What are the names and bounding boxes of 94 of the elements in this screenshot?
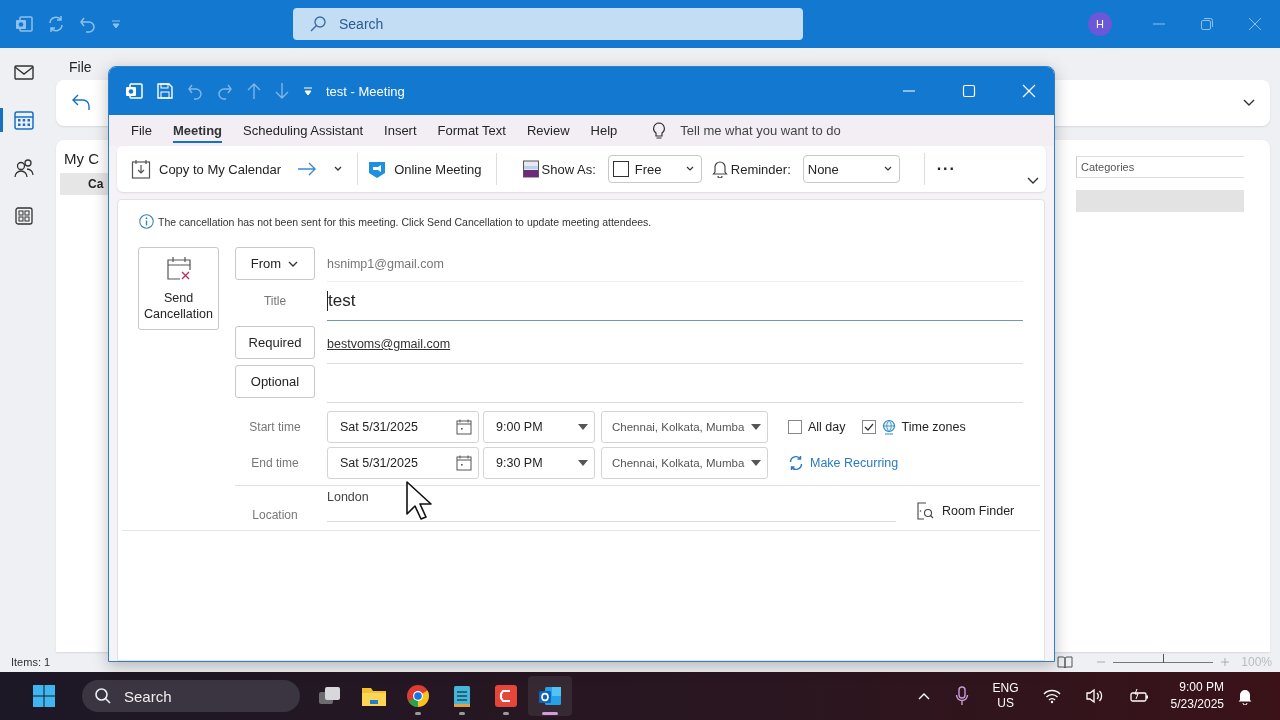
make-recurring-link[interactable]: Make Recurring	[788, 455, 899, 471]
tab[interactable]: Scheduling Assistant	[243, 118, 364, 143]
end-time-label: End time	[250, 456, 300, 470]
show-as-dropdown[interactable]: Free	[607, 155, 702, 183]
clock[interactable]: 9:00 PM 5/23/2025	[1170, 679, 1224, 713]
item-count: Items: 1	[11, 656, 51, 668]
menu-item[interactable]: File	[69, 59, 92, 78]
caret-icon	[751, 460, 761, 466]
online-meeting-button[interactable]: Online Meeting	[368, 159, 482, 179]
search-icon	[309, 15, 327, 33]
battery-icon[interactable]	[1128, 688, 1149, 704]
more-button[interactable]: ···	[936, 160, 956, 178]
caret-icon	[578, 424, 588, 430]
info-message: The cancellation has not been sent for this meeting. Click Send Cancellation to update meeting attendees.	[158, 215, 652, 228]
zoom-level: 100%	[1241, 655, 1272, 669]
reminder-dropdown[interactable]: None	[802, 155, 900, 183]
show-as-label: Show As:	[541, 161, 596, 177]
required-button[interactable]: Required	[235, 326, 315, 359]
chevron-down-icon	[287, 259, 300, 268]
send-cancellation-button[interactable]: Send Cancellation	[138, 247, 219, 330]
calendar-icon[interactable]	[456, 455, 472, 471]
start-icon[interactable]	[32, 684, 56, 708]
optional-button[interactable]: Optional	[235, 365, 315, 398]
avatar[interactable]: H	[1088, 12, 1112, 36]
save-icon[interactable]	[156, 82, 174, 100]
folder-item[interactable]: Ca	[60, 173, 108, 195]
show-as-icon	[522, 160, 539, 178]
calendar-cancel-icon	[165, 256, 192, 282]
window-title: test - Meeting	[326, 83, 405, 99]
time-dropdown[interactable]: 9:30 PM	[483, 447, 595, 479]
cursor-icon	[405, 480, 433, 520]
copy-to-calendar-button[interactable]: Copy to My Calendar	[131, 159, 282, 179]
time-dropdown[interactable]: 9:00 PM	[483, 411, 595, 443]
tab[interactable]: Format Text	[437, 118, 506, 143]
title-field[interactable]: test	[327, 281, 1023, 321]
info-icon	[139, 214, 154, 229]
wifi-icon[interactable]	[1042, 688, 1061, 704]
folder-heading[interactable]: My C	[56, 150, 108, 167]
reminder-label: Reminder:	[730, 161, 791, 177]
checkbox-label[interactable]: All day	[808, 420, 846, 434]
tab[interactable]: Insert	[384, 118, 417, 143]
from-button[interactable]: From	[235, 247, 315, 280]
sync-icon[interactable]	[46, 14, 66, 34]
language-indicator[interactable]: ENG US	[992, 681, 1019, 711]
search-field[interactable]: Search	[82, 680, 300, 712]
recurring-icon	[788, 455, 804, 471]
arrow-right-icon[interactable]	[297, 162, 318, 176]
from-address: hsnimp1@gmail.com	[327, 256, 444, 271]
caret-icon	[751, 424, 761, 430]
outlook-icon[interactable]	[528, 676, 572, 716]
caret-icon	[684, 165, 695, 173]
close-icon[interactable]	[1248, 17, 1262, 31]
location-label: Location	[251, 508, 299, 522]
calendar-icon[interactable]	[456, 419, 472, 435]
tab[interactable]: Review	[526, 118, 570, 143]
tab[interactable]: File	[131, 118, 152, 143]
restore-icon[interactable]	[1200, 17, 1214, 31]
checkbox[interactable]	[861, 420, 876, 434]
caret-icon	[578, 460, 588, 466]
tell-me-field[interactable]: Tell me what you want to do	[680, 119, 881, 142]
room-finder-button[interactable]: Room Finder	[916, 502, 1015, 520]
search-icon	[94, 687, 112, 705]
date-field[interactable]: Sat 5/31/2025	[327, 447, 479, 479]
required-field[interactable]: bestvoms@gmail.com	[327, 325, 1023, 364]
title-label: Title	[262, 294, 288, 308]
reading-view-icon[interactable]	[1057, 655, 1074, 669]
tab[interactable]: Help	[590, 118, 618, 143]
chevron-down-icon[interactable]	[1026, 176, 1040, 186]
date-field[interactable]: Sat 5/31/2025	[327, 411, 479, 443]
column-header[interactable]: Categories	[1076, 156, 1244, 178]
time-zone-dropdown[interactable]: Chennai, Kolkata, Mumba	[601, 447, 768, 479]
caret-icon[interactable]	[333, 165, 344, 173]
customize-icon[interactable]	[110, 18, 122, 30]
caret-icon	[882, 165, 893, 173]
checkbox[interactable]	[788, 420, 802, 434]
lightbulb-icon	[652, 121, 667, 140]
notification-bell-icon[interactable]	[1236, 687, 1254, 705]
globe-icon	[881, 419, 896, 435]
volume-icon[interactable]	[1084, 688, 1105, 704]
microphone-icon[interactable]	[954, 686, 969, 706]
bell-icon	[711, 160, 728, 178]
calendar-download-icon	[131, 159, 151, 179]
outlook-icon[interactable]	[124, 81, 144, 101]
search-field[interactable]: Search	[293, 8, 803, 40]
chevron-up-icon[interactable]	[916, 691, 931, 701]
checkbox-label[interactable]: Time zones	[901, 420, 966, 434]
chevron-down-icon[interactable]	[1242, 98, 1256, 108]
room-search-icon	[916, 502, 934, 520]
customize-icon[interactable]	[302, 85, 314, 97]
video-call-icon	[368, 159, 387, 179]
tab[interactable]: Meeting	[172, 118, 223, 143]
maximize-icon[interactable]	[962, 84, 976, 98]
start-time-label: Start time	[248, 420, 302, 434]
time-zone-dropdown[interactable]: Chennai, Kolkata, Mumba	[601, 411, 768, 443]
